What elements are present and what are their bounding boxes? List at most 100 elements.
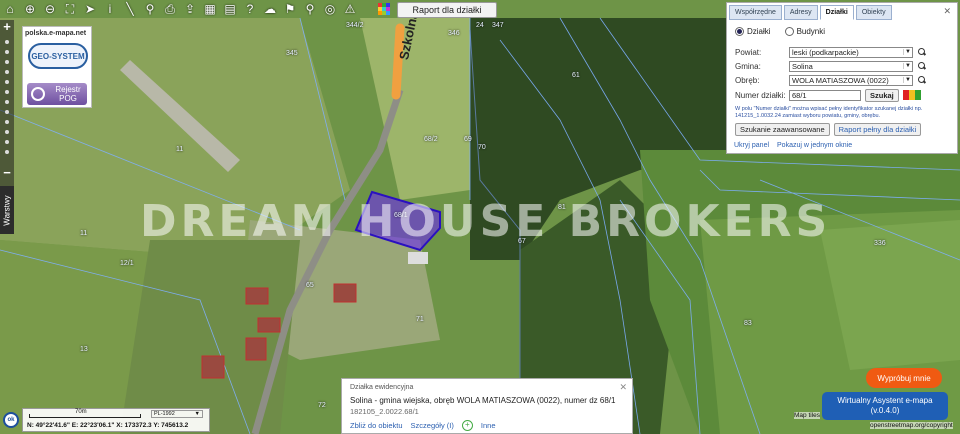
szukaj-button[interactable]: Szukaj (865, 88, 899, 102)
popup-description: Solina - gmina wiejska, obręb WOLA MATIA… (350, 396, 616, 405)
locate-icon[interactable]: ◎ (320, 0, 340, 18)
zoom-step[interactable] (5, 110, 9, 114)
tab-adresy[interactable]: Adresy (783, 5, 818, 20)
powiat-row: Powiat: leski (podkarpackie) ▼ (735, 46, 926, 58)
crs-select[interactable]: PL-1992 ▼ (151, 410, 203, 418)
export-icon[interactable]: ⇪ (180, 0, 200, 18)
info-icon[interactable]: i (100, 0, 120, 18)
parcel-popup: Działka ewidencyjna ✕ Solina - gmina wie… (341, 378, 633, 434)
zoom-extent-icon[interactable]: ⛶ (60, 0, 80, 18)
pointer-icon[interactable]: ➤ (80, 0, 100, 18)
chevron-down-icon: ▼ (903, 63, 912, 69)
zoom-step[interactable] (5, 80, 9, 84)
print-icon[interactable]: ⎙ (160, 0, 180, 18)
zoom-step[interactable] (5, 140, 9, 144)
zoom-step[interactable] (5, 70, 9, 74)
full-report-button[interactable]: Raport pełny dla działki (833, 123, 922, 136)
raport-button[interactable]: Raport dla działki (397, 2, 497, 18)
virtual-assistant-button[interactable]: Wirtualny Asystent e-mapa (v.0.4.0) (822, 392, 948, 420)
try-me-button[interactable]: Wypróbuj mnie (866, 368, 942, 388)
zoom-step[interactable] (5, 150, 9, 154)
parcel-label: 65 (306, 282, 314, 289)
panel-tabs: Współrzędne Adresy Działki Obiekty (729, 5, 892, 20)
powiat-select[interactable]: leski (podkarpackie) ▼ (789, 46, 913, 58)
parcel-label: 12/1 (120, 260, 134, 267)
parcel-label: 11 (176, 146, 184, 153)
search-icon[interactable] (918, 48, 926, 56)
panel-links: Ukryj panel Pokazuj w jednym oknie (734, 142, 852, 149)
pin-icon[interactable]: ⚑ (280, 0, 300, 18)
obreb-row: Obręb: WOLA MATIASZOWA (0022) ▼ (735, 74, 926, 86)
zoom-in-icon[interactable]: ⊕ (20, 0, 40, 18)
parcel-label: 346 (448, 30, 460, 37)
parcel-label: 68/2 (424, 136, 438, 143)
powiat-label: Powiat: (735, 47, 762, 57)
rejestr-pog-label: Rejestr POG (55, 85, 81, 103)
search-type: Działki Budynki (735, 27, 825, 37)
rejestr-pog-button[interactable]: Rejestr POG (27, 83, 87, 105)
status-green-swatch[interactable] (914, 90, 921, 100)
gmina-select[interactable]: Solina ▼ (789, 60, 913, 72)
show-one-window-link[interactable]: Pokazuj w jednym oknie (777, 142, 852, 149)
scale-label: 70m (75, 409, 87, 415)
numer-label: Numer działki: (735, 90, 786, 100)
parcel-label: 72 (318, 402, 326, 409)
logo-box[interactable]: polska.e-mapa.net GEO-SYSTEM Rejestr POG (22, 26, 92, 108)
warning-icon[interactable]: ⚠ (340, 0, 360, 18)
parcel-label: 13 (80, 346, 88, 353)
zoom-step[interactable] (5, 50, 9, 54)
link-icon[interactable]: ⚲ (140, 0, 160, 18)
zoom-out-icon[interactable]: ⊖ (40, 0, 60, 18)
parcel-label: 71 (416, 316, 424, 323)
search-map-icon[interactable]: ⚲ (300, 0, 320, 18)
other-link[interactable]: Inne (481, 421, 496, 430)
zoom-out-button[interactable]: − (0, 166, 14, 180)
help-icon[interactable]: ? (240, 0, 260, 18)
zoom-step[interactable] (5, 130, 9, 134)
tab-obiekty[interactable]: Obiekty (855, 5, 892, 20)
close-icon[interactable]: ✕ (943, 6, 951, 17)
home-icon[interactable]: ⌂ (0, 0, 20, 18)
search-hint: W polu "Numer działki" można wpisać pełn… (735, 106, 923, 119)
radio-budynki[interactable]: Budynki (784, 27, 825, 37)
close-icon[interactable]: ✕ (619, 382, 627, 393)
zoom-in-button[interactable]: + (0, 20, 14, 34)
parcel-label: 83 (744, 320, 752, 327)
zoom-step[interactable] (5, 90, 9, 94)
search-icon[interactable] (918, 76, 926, 84)
numer-input[interactable]: 68/1 (789, 89, 861, 101)
zoom-step[interactable] (5, 40, 9, 44)
advanced-search-button[interactable]: Szukanie zaawansowane (735, 123, 830, 136)
pdf-icon[interactable]: ▤ (220, 0, 240, 18)
zoom-step[interactable] (5, 100, 9, 104)
radio-dzialki[interactable]: Działki (735, 27, 771, 37)
obreb-label: Obręb: (735, 75, 760, 85)
details-link[interactable]: Szczegóły (I) (411, 421, 454, 430)
plus-circle-icon[interactable]: + (461, 420, 473, 431)
parcel-label: 70 (478, 144, 486, 151)
measure-icon[interactable]: ╲ (120, 0, 140, 18)
tab-wspolrzedne[interactable]: Współrzędne (729, 5, 782, 20)
layers-tab[interactable]: Warstwy (0, 186, 14, 234)
osm-credit-link[interactable]: openstreetmap.org/copyright (870, 422, 953, 429)
zoom-to-object-link[interactable]: Zbliż do obiektu (350, 421, 403, 430)
radio-selected-icon (735, 27, 744, 37)
hide-panel-link[interactable]: Ukryj panel (734, 142, 769, 149)
numer-row: Numer działki: 68/1 Szukaj (735, 88, 921, 102)
layout-icon[interactable]: ▦ (200, 0, 220, 18)
zoom-step[interactable] (5, 60, 9, 64)
tab-dzialki[interactable]: Działki (819, 5, 854, 20)
zoom-step[interactable] (5, 120, 9, 124)
obreb-select[interactable]: WOLA MATIASZOWA (0022) ▼ (789, 74, 913, 86)
cloud-icon[interactable]: ☁ (260, 0, 280, 18)
color-grid-icon[interactable] (378, 3, 390, 15)
chevron-down-icon: ▼ (194, 411, 200, 417)
parcel-label: 347 (492, 22, 504, 29)
gmina-label: Gmina: (735, 61, 761, 71)
popup-parcel-id: 182105_2.0022.68/1 (350, 407, 419, 416)
geo-system-logo: GEO-SYSTEM (28, 43, 88, 69)
ok-button[interactable]: ok (3, 412, 19, 428)
watermark: DREAM HOUSE BROKERS (140, 196, 832, 247)
assistant-version: (v.0.4.0) (870, 406, 900, 415)
search-icon[interactable] (918, 62, 926, 70)
